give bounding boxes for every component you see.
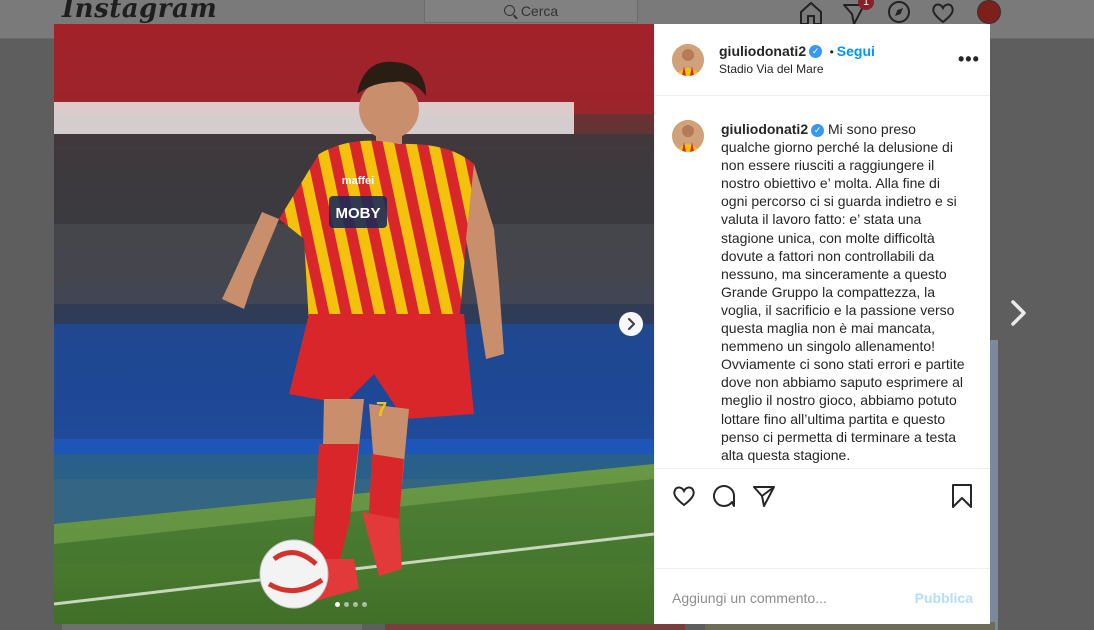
caption-username[interactable]: giuliodonati2 <box>721 121 808 137</box>
post-caption: giuliodonati2 ✓ Mi sono preso qualche gio… <box>721 120 965 464</box>
search-box[interactable]: Cerca <box>424 0 638 23</box>
more-options-icon[interactable]: ••• <box>958 49 980 70</box>
comment-icon[interactable] <box>711 483 737 509</box>
explore-icon[interactable] <box>886 0 912 26</box>
home-icon[interactable] <box>798 0 824 26</box>
author-username[interactable]: giuliodonati2 <box>719 43 806 59</box>
jersey-sponsor: MOBY <box>336 205 381 222</box>
comments-section[interactable]: giuliodonati2 ✓ Mi sono preso qualche gio… <box>655 96 990 468</box>
add-comment-bar: Aggiungi un commento... Pubblica <box>655 568 990 625</box>
post-location[interactable]: Stadio Via del Mare <box>719 62 824 76</box>
profile-avatar[interactable] <box>977 0 1001 24</box>
author-avatar[interactable] <box>672 44 704 76</box>
post-header: giuliodonati2 ✓ • Segui Stadio Via del Mar… <box>655 24 990 96</box>
comment-input[interactable]: Aggiungi un commento... <box>672 590 827 606</box>
heart-icon[interactable] <box>930 0 956 26</box>
carousel-next-icon[interactable] <box>619 312 643 336</box>
post-modal: MOBY maffei 7 giuliodonati2 ✓ • Segui Stad… <box>54 24 990 624</box>
instagram-logo[interactable]: Instagram <box>62 0 217 24</box>
chevron-right-icon[interactable] <box>1008 298 1030 328</box>
caption-text: Mi sono preso qualche giorno perché la d… <box>721 121 965 463</box>
carousel-dot <box>344 602 349 607</box>
follow-button[interactable]: Segui <box>837 43 875 59</box>
search-icon <box>503 5 515 16</box>
search-placeholder: Cerca <box>520 3 559 19</box>
carousel-dot <box>335 602 340 607</box>
carousel-dot <box>362 602 367 607</box>
post-actions <box>655 468 990 569</box>
carousel-dot <box>353 602 358 607</box>
notification-badge: 1 <box>858 0 874 10</box>
like-icon[interactable] <box>671 483 697 509</box>
football-player-photo: MOBY maffei 7 <box>54 24 654 624</box>
publish-button[interactable]: Pubblica <box>915 590 973 606</box>
verified-badge-icon: ✓ <box>809 45 823 59</box>
separator: • <box>829 45 834 59</box>
save-icon[interactable] <box>950 483 974 509</box>
verified-badge-icon: ✓ <box>811 123 825 137</box>
post-sidebar: giuliodonati2 ✓ • Segui Stadio Via del Mar… <box>654 24 990 624</box>
caption-author-avatar[interactable] <box>672 120 704 152</box>
post-photo[interactable]: MOBY maffei 7 <box>54 24 654 624</box>
jersey-sponsor-top: maffei <box>342 175 374 187</box>
background-grid-image <box>990 340 998 630</box>
shorts-number: 7 <box>376 399 387 421</box>
share-icon[interactable] <box>751 483 777 509</box>
